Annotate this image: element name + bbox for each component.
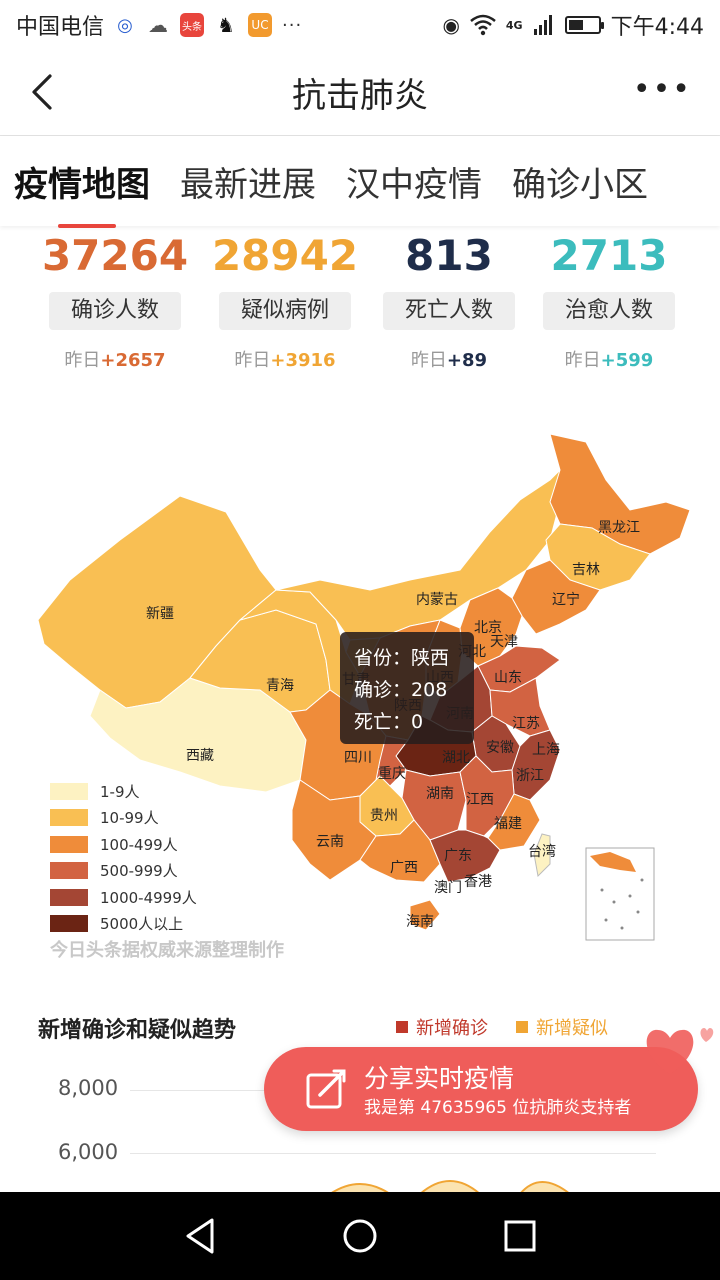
legend-item: 10-99人	[50, 805, 197, 832]
nav-back-icon[interactable]	[182, 1216, 222, 1256]
status-bar: 中国电信 ◎ ☁ 头条 ♞ UC ··· ◉ 4G 下午4:44	[0, 0, 720, 50]
grid-line	[130, 1153, 656, 1154]
label-anhui: 安徽	[486, 740, 514, 756]
trend-legend: 新增确诊 新增疑似	[396, 1014, 626, 1040]
page-title: 抗击肺炎	[292, 76, 428, 116]
battery-icon	[564, 16, 604, 34]
nav-home-icon[interactable]	[340, 1216, 380, 1256]
label-tianjin: 天津	[490, 634, 518, 650]
baidu-icon: ◎	[114, 13, 137, 37]
y-tick: 8,000	[58, 1076, 119, 1100]
title-bar: 抗击肺炎 •••	[0, 50, 720, 136]
cloud-icon: ☁	[148, 13, 169, 37]
more-options-icon[interactable]: •••	[633, 75, 692, 105]
label-fujian: 福建	[494, 816, 522, 832]
tooltip-deaths: 死亡：0	[354, 711, 424, 733]
nav-recents-icon[interactable]	[500, 1216, 540, 1256]
qq-icon: ♞	[217, 13, 235, 37]
label-sichuan: 四川	[344, 750, 372, 766]
legend-new-suspected: 新增疑似	[516, 1014, 608, 1040]
stat-deaths: 813 死亡人数 昨日+89	[364, 226, 534, 372]
label-chongqing: 重庆	[378, 766, 406, 782]
stat-value: 2713	[550, 231, 668, 280]
back-arrow-icon[interactable]	[24, 72, 64, 112]
heart-icon	[646, 1028, 714, 1074]
label-jilin: 吉林	[572, 562, 600, 578]
share-subtitle: 我是第 47635965 位抗肺炎支持者	[364, 1098, 632, 1118]
legend-item: 500-999人	[50, 858, 197, 885]
legend-item: 1000-4999人	[50, 884, 197, 911]
legend-item: 1-9人	[50, 778, 197, 805]
tab-hanzhong-epidemic[interactable]: 汉中疫情	[346, 157, 482, 206]
map-tooltip: 省份：陕西 确诊：208 死亡：0	[340, 632, 474, 744]
stat-cured: 2713 治愈人数 昨日+599	[524, 226, 694, 372]
trend-title: 新增确诊和疑似趋势	[38, 1018, 237, 1043]
stat-confirmed: 37264 确诊人数 昨日+2657	[30, 226, 200, 372]
label-macau: 澳门	[434, 880, 462, 896]
stat-value: 28942	[211, 231, 359, 280]
label-inner-mongolia: 内蒙古	[416, 592, 458, 608]
stats-panel: 37264 确诊人数 昨日+2657 28942 疑似病例 昨日+3916 81…	[0, 226, 720, 376]
label-shandong: 山东	[494, 670, 522, 686]
label-heilongjiang: 黑龙江	[598, 520, 640, 536]
label-zhejiang: 浙江	[516, 768, 544, 784]
label-jiangxi: 江西	[466, 792, 494, 808]
stat-delta: 昨日+3916	[234, 350, 336, 371]
edit-share-icon	[306, 1069, 346, 1109]
label-hainan: 海南	[406, 914, 434, 930]
legend-item: 5000人以上	[50, 911, 197, 938]
province-zhejiang	[511, 729, 561, 801]
wifi-icon	[470, 14, 496, 36]
map-source-note: 今日头条据权威来源整理制作	[50, 940, 284, 961]
label-tibet: 西藏	[186, 748, 214, 764]
label-shanghai: 上海	[532, 742, 560, 758]
tab-bar: 疫情地图 最新进展 汉中疫情 确诊小区	[0, 136, 720, 228]
toutiao-icon: 头条	[180, 13, 205, 37]
more-notifications-icon: ···	[282, 14, 303, 36]
map-legend: 1-9人 10-99人 100-499人 500-999人 1000-4999人…	[50, 778, 197, 937]
label-hunan: 湖南	[426, 786, 454, 802]
stat-delta: 昨日+2657	[64, 350, 166, 371]
stat-suspected: 28942 疑似病例 昨日+3916	[200, 226, 370, 372]
tab-latest-progress[interactable]: 最新进展	[180, 157, 316, 206]
share-realtime-epidemic-button[interactable]: 分享实时疫情 我是第 47635965 位抗肺炎支持者	[264, 1047, 698, 1131]
eye-icon: ◉	[442, 13, 460, 37]
tooltip-confirmed: 确诊：208	[354, 679, 448, 701]
uc-browser-icon: UC	[248, 13, 273, 37]
tab-confirmed-communities[interactable]: 确诊小区	[512, 157, 648, 206]
network-type-label: 4G	[505, 18, 523, 32]
label-hongkong: 香港	[464, 874, 492, 890]
clock: 下午4:44	[610, 15, 704, 40]
label-guangxi: 广西	[390, 860, 418, 876]
stat-value: 37264	[41, 231, 189, 280]
stat-label: 治愈人数	[543, 292, 675, 330]
y-tick: 6,000	[58, 1140, 119, 1164]
label-yunnan: 云南	[316, 834, 344, 850]
label-jiangsu: 江苏	[512, 716, 540, 732]
stat-label: 疑似病例	[219, 292, 351, 330]
stat-delta: 昨日+599	[564, 350, 654, 371]
stat-value: 813	[405, 231, 493, 280]
tab-epidemic-map[interactable]: 疫情地图	[14, 157, 150, 228]
legend-new-confirmed: 新增确诊	[396, 1014, 488, 1040]
trend-curve-peek	[329, 1180, 571, 1194]
signal-icon	[533, 15, 552, 35]
legend-item: 100-499人	[50, 831, 197, 858]
label-xinjiang: 新疆	[146, 606, 174, 622]
label-guizhou: 贵州	[370, 808, 398, 824]
stat-delta: 昨日+89	[410, 350, 488, 371]
label-taiwan: 台湾	[528, 843, 556, 860]
label-guangdong: 广东	[444, 848, 472, 864]
stat-label: 死亡人数	[383, 292, 515, 330]
carrier-label: 中国电信	[16, 15, 105, 40]
label-qinghai: 青海	[266, 678, 294, 694]
label-liaoning: 辽宁	[552, 591, 580, 608]
system-nav-bar	[0, 1192, 720, 1280]
stat-label: 确诊人数	[49, 292, 181, 330]
share-title: 分享实时疫情	[364, 1064, 515, 1093]
tooltip-province: 省份：陕西	[354, 647, 450, 669]
label-hubei: 湖北	[442, 750, 470, 766]
